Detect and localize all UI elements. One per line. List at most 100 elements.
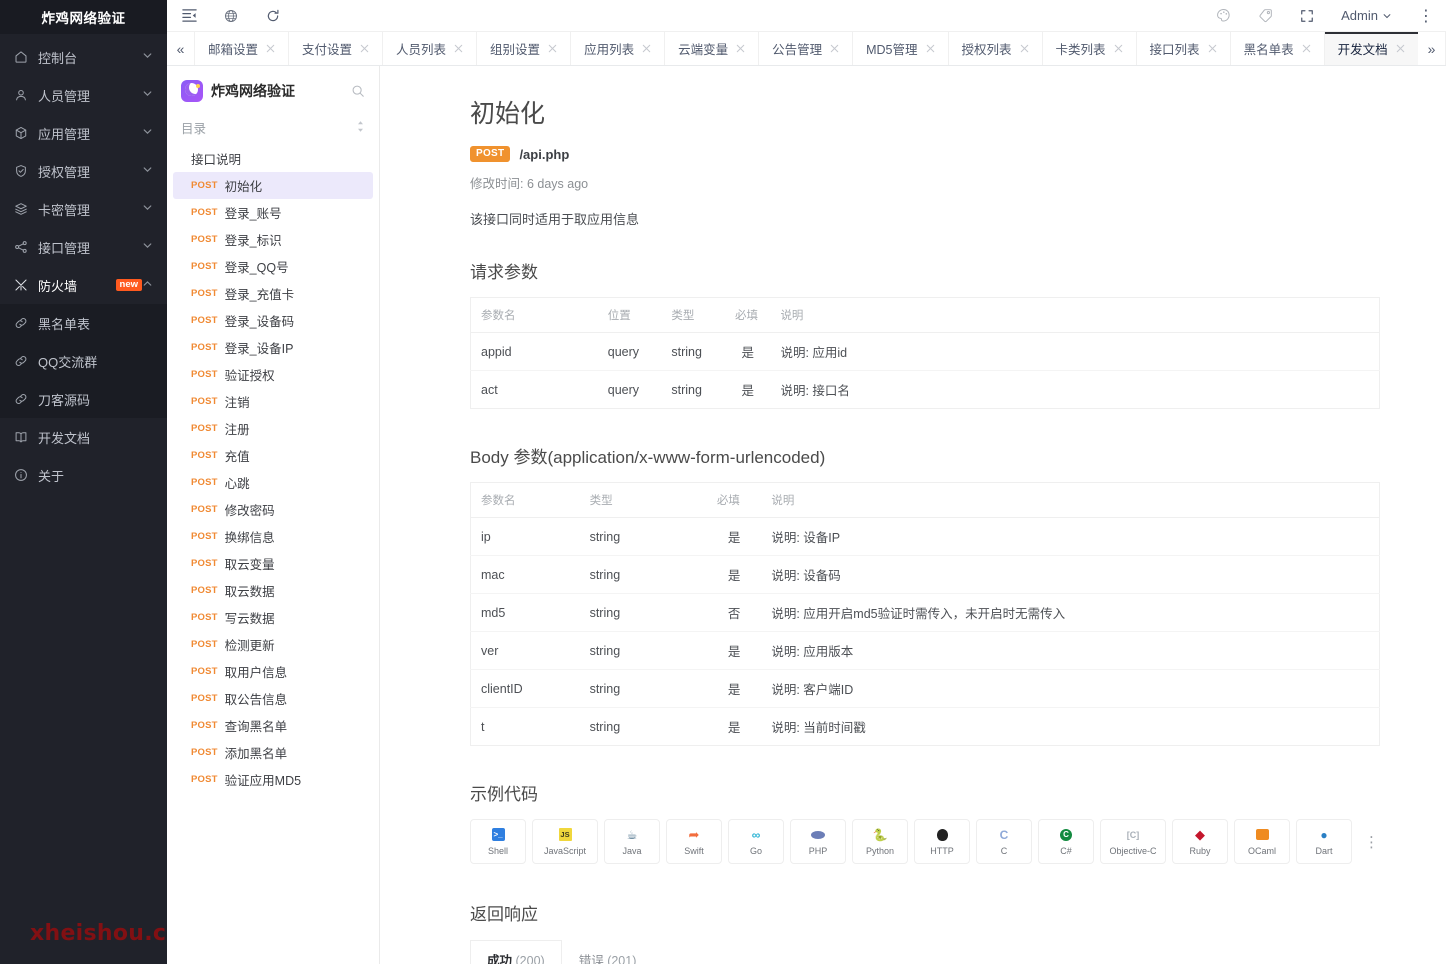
lang-C#-button[interactable]: CC# (1038, 819, 1094, 864)
lang-Objective-C-button[interactable]: [C]Objective-C (1100, 819, 1166, 864)
doc-item-取公告信息[interactable]: POST取公告信息 (173, 685, 373, 712)
doc-item-接口说明[interactable]: 接口说明 (173, 145, 373, 172)
close-icon[interactable] (548, 43, 557, 55)
dart-icon: ● (1317, 827, 1332, 842)
close-icon[interactable] (360, 43, 369, 55)
refresh-icon[interactable] (265, 8, 281, 24)
tag-icon[interactable] (1257, 8, 1273, 24)
close-icon[interactable] (1208, 43, 1217, 55)
doc-item-登录_账号[interactable]: POST 登录_账号 (173, 199, 373, 226)
doc-item-取用户信息[interactable]: POST取用户信息 (173, 658, 373, 685)
sidebar-item-控制台[interactable]: 控制台 (0, 38, 167, 76)
doc-item-label: 登录_账号 (225, 203, 282, 222)
close-icon[interactable] (736, 43, 745, 55)
tabs-next-button[interactable]: » (1418, 32, 1446, 65)
doc-item-心跳[interactable]: POST心跳 (173, 469, 373, 496)
doc-item-换绑信息[interactable]: POST换绑信息 (173, 523, 373, 550)
doc-item-验证授权[interactable]: POST验证授权 (173, 361, 373, 388)
close-icon[interactable] (454, 43, 463, 55)
doc-item-充值[interactable]: POST充值 (173, 442, 373, 469)
doc-item-取云变量[interactable]: POST取云变量 (173, 550, 373, 577)
tab-label: 授权列表 (962, 39, 1012, 58)
method-label: POST (191, 207, 218, 218)
lang-JavaScript-button[interactable]: JSJavaScript (532, 819, 598, 864)
more-options-icon[interactable]: ⋮ (1418, 8, 1434, 24)
doc-item-登录_QQ号[interactable]: POST登录_QQ号 (173, 253, 373, 280)
tab-支付设置[interactable]: 支付设置 (289, 32, 383, 65)
globe-icon[interactable] (223, 8, 239, 24)
sidebar-item-防火墙[interactable]: 防火墙new (0, 266, 167, 304)
sidebar-item-授权管理[interactable]: 授权管理 (0, 152, 167, 190)
lang-label: Python (866, 846, 894, 856)
lang-Shell-button[interactable]: >_Shell (470, 819, 526, 864)
doc-item-添加黑名单[interactable]: POST添加黑名单 (173, 739, 373, 766)
close-icon[interactable] (1020, 43, 1029, 55)
doc-item-写云数据[interactable]: POST写云数据 (173, 604, 373, 631)
doc-item-注销[interactable]: POST注销 (173, 388, 373, 415)
tab-公告管理[interactable]: 公告管理 (759, 32, 853, 65)
tab-人员列表[interactable]: 人员列表 (383, 32, 477, 65)
lang-more-icon[interactable]: ⋮ (1358, 833, 1386, 851)
doc-item-label: 登录_设备码 (225, 311, 294, 330)
sort-icon[interactable] (356, 120, 365, 135)
column-header: 说明 (770, 298, 1379, 333)
doc-item-修改密码[interactable]: POST修改密码 (173, 496, 373, 523)
table-cell: string (580, 632, 707, 670)
tab-邮箱设置[interactable]: 邮箱设置 (195, 32, 289, 65)
doc-item-登录_标识[interactable]: POST登录_标识 (173, 226, 373, 253)
close-icon[interactable] (1114, 43, 1123, 55)
sidebar-item-应用管理[interactable]: 应用管理 (0, 114, 167, 152)
tab-label: 组别设置 (490, 39, 540, 58)
sidebar-item-人员管理[interactable]: 人员管理 (0, 76, 167, 114)
tab-开发文档[interactable]: 开发文档 (1325, 32, 1418, 65)
close-icon[interactable] (1396, 43, 1405, 55)
sidebar-subitem-QQ交流群[interactable]: QQ交流群 (0, 342, 167, 380)
sidebar-item-开发文档[interactable]: 开发文档 (0, 418, 167, 456)
doc-item-登录_设备IP[interactable]: POST登录_设备IP (173, 334, 373, 361)
tab-黑名单表[interactable]: 黑名单表 (1231, 32, 1325, 65)
fullscreen-icon[interactable] (1299, 8, 1315, 24)
doc-item-取云数据[interactable]: POST取云数据 (173, 577, 373, 604)
tab-组别设置[interactable]: 组别设置 (477, 32, 571, 65)
close-icon[interactable] (266, 43, 275, 55)
lang-Dart-button[interactable]: ●Dart (1296, 819, 1352, 864)
sidebar-item-卡密管理[interactable]: 卡密管理 (0, 190, 167, 228)
response-tab-错误[interactable]: 错误 (201) (562, 940, 654, 964)
tab-云端变量[interactable]: 云端变量 (665, 32, 759, 65)
lang-PHP-button[interactable]: PHP (790, 819, 846, 864)
sidebar-subitem-黑名单表[interactable]: 黑名单表 (0, 304, 167, 342)
lang-Swift-button[interactable]: ➦Swift (666, 819, 722, 864)
close-icon[interactable] (830, 43, 839, 55)
tab-卡类列表[interactable]: 卡类列表 (1043, 32, 1137, 65)
close-icon[interactable] (642, 43, 651, 55)
sidebar-item-接口管理[interactable]: 接口管理 (0, 228, 167, 266)
close-icon[interactable] (926, 43, 935, 55)
theme-icon[interactable] (1215, 8, 1231, 24)
tab-授权列表[interactable]: 授权列表 (949, 32, 1043, 65)
sidebar-item-关于[interactable]: 关于 (0, 456, 167, 494)
doc-item-登录_设备码[interactable]: POST登录_设备码 (173, 307, 373, 334)
doc-item-查询黑名单[interactable]: POST查询黑名单 (173, 712, 373, 739)
lang-Python-button[interactable]: 🐍Python (852, 819, 908, 864)
lang-HTTP-button[interactable]: HTTP (914, 819, 970, 864)
tab-应用列表[interactable]: 应用列表 (571, 32, 665, 65)
user-menu[interactable]: Admin (1341, 8, 1392, 23)
lang-Java-button[interactable]: ☕Java (604, 819, 660, 864)
sidebar-subitem-刀客源码[interactable]: 刀客源码 (0, 380, 167, 418)
doc-item-注册[interactable]: POST注册 (173, 415, 373, 442)
lang-Ruby-button[interactable]: ◆Ruby (1172, 819, 1228, 864)
doc-item-初始化[interactable]: POST初始化 (173, 172, 373, 199)
lang-Go-button[interactable]: ∞Go (728, 819, 784, 864)
doc-item-验证应用MD5[interactable]: POST验证应用MD5 (173, 766, 373, 793)
menu-fold-icon[interactable] (181, 8, 197, 24)
tab-MD5管理[interactable]: MD5管理 (853, 32, 948, 65)
lang-OCaml-button[interactable]: OCaml (1234, 819, 1290, 864)
lang-C-button[interactable]: CC (976, 819, 1032, 864)
close-icon[interactable] (1302, 43, 1311, 55)
doc-item-检测更新[interactable]: POST检测更新 (173, 631, 373, 658)
search-icon[interactable] (351, 84, 365, 98)
response-tab-成功[interactable]: 成功 (200) (470, 940, 562, 964)
tab-接口列表[interactable]: 接口列表 (1137, 32, 1231, 65)
tabs-prev-button[interactable]: « (167, 32, 195, 65)
doc-item-登录_充值卡[interactable]: POST登录_充值卡 (173, 280, 373, 307)
